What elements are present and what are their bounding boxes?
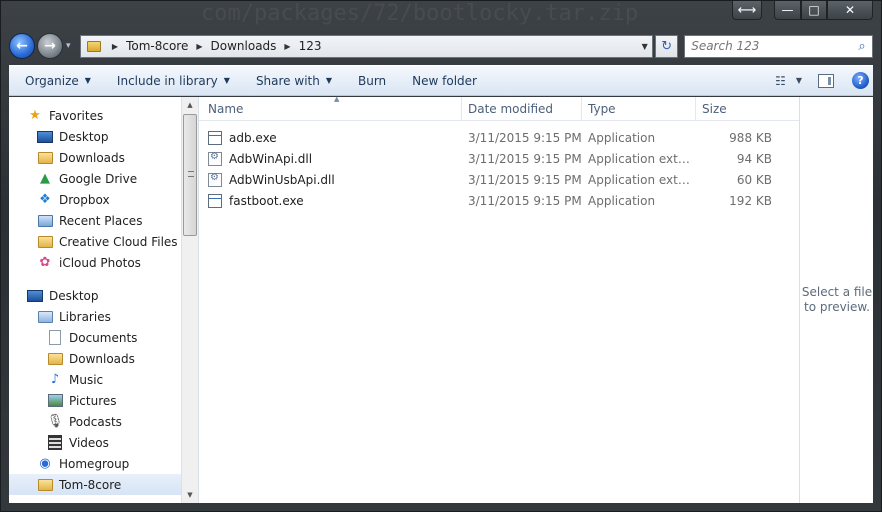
caret-down-icon: ▼ [84,76,91,85]
sidebar-desktop-root[interactable]: Desktop [9,285,181,306]
close-button[interactable]: ✕ [827,1,873,20]
homegroup-icon: ◉ [39,456,51,471]
downloads-folder-icon [47,351,63,367]
dll-icon [208,151,222,166]
share-with-button[interactable]: Share with ▼ [240,74,342,88]
file-row-adbwinusbapi-dll[interactable]: AdbWinUsbApi.dll 3/11/2015 9:15 PM Appli… [199,169,799,190]
forward-button[interactable]: → [36,33,63,59]
preview-pane-toggle[interactable] [818,73,834,88]
sidebar-item-downloads[interactable]: Downloads [9,147,181,168]
view-details-icon: ☷ [775,73,786,88]
caret-down-icon[interactable]: ▼ [796,76,802,85]
file-list: ▲ Name Date modified Type Size adb.exe 3… [198,95,799,503]
back-button[interactable]: ← [9,33,35,59]
downloads-folder-icon [37,150,53,166]
desktop-icon [27,288,43,304]
breadcrumb-123[interactable]: 123 [298,39,323,53]
sidebar-library-music[interactable]: ♪ Music [9,369,181,390]
videos-icon [47,435,63,451]
search-box[interactable]: ⌕ [684,34,873,58]
address-dropdown[interactable]: ▼ [636,42,652,51]
icloud-photos-icon: ✿ [39,255,51,270]
column-headers: ▲ Name Date modified Type Size [199,95,799,121]
sidebar-library-podcasts[interactable]: 🎙 Podcasts [9,411,181,432]
sidebar-library-pictures[interactable]: Pictures [9,390,181,411]
breadcrumb-downloads[interactable]: Downloads [210,39,278,53]
sidebar-item-recent-places[interactable]: Recent Places [9,210,181,231]
file-row-adb-exe[interactable]: adb.exe 3/11/2015 9:15 PM Application 98… [199,127,799,148]
command-bar: Organize ▼ Include in library ▼ Share with… [9,65,873,96]
sort-ascending-icon: ▲ [334,95,340,103]
sidebar-item-google-drive[interactable]: ▲ Google Drive [9,168,181,189]
app-icon [208,193,222,208]
dll-icon [208,172,222,187]
scroll-up-arrow[interactable]: ▲ [182,97,198,113]
caret-down-icon: ▼ [223,76,230,85]
sidebar-user-folder[interactable]: Tom-8core [9,474,181,495]
change-view-button[interactable]: ☷ ▼ [775,74,802,88]
column-header-date[interactable]: Date modified [462,97,582,121]
music-icon: ♪ [50,372,60,387]
recent-pages-dropdown[interactable]: ▾ [66,41,76,51]
background-ghost-text: com/packages/72/bootlocky.tar.zip [201,1,639,26]
navigation-pane: ★ Favorites Desktop Downloads ▲ Google D… [9,97,181,503]
user-folder-icon [37,477,53,493]
burn-button[interactable]: Burn [342,74,396,88]
documents-icon [47,330,63,346]
refresh-button[interactable]: ↻ [655,34,679,58]
search-input[interactable] [691,39,852,53]
breadcrumb-tom-8core[interactable]: Tom-8core [125,39,189,53]
include-in-library-button[interactable]: Include in library ▼ [101,74,240,88]
dropbox-icon: ❖ [39,192,51,207]
column-header-name[interactable]: ▲ Name [199,95,462,121]
google-drive-icon: ▲ [40,171,50,186]
sidebar-libraries[interactable]: Libraries [9,306,181,327]
file-row-adbwinapi-dll[interactable]: AdbWinApi.dll 3/11/2015 9:15 PM Applicat… [199,148,799,169]
podcasts-icon: 🎙 [46,414,64,429]
address-bar[interactable]: ▶ Tom-8core ▶ Downloads ▶ 123 ▼ [79,34,654,58]
chevron-right-icon[interactable]: ▶ [284,42,290,51]
new-folder-button[interactable]: New folder [396,74,487,88]
preview-placeholder: Select a file to preview. [801,285,873,314]
sidebar-item-dropbox[interactable]: ❖ Dropbox [9,189,181,210]
sidebar-homegroup[interactable]: ◉ Homegroup [9,453,181,474]
column-header-type[interactable]: Type [582,97,696,121]
window-frame: com/packages/72/bootlocky.tar.zip ⟷ — □ … [0,0,882,512]
explorer-body: ★ Favorites Desktop Downloads ▲ Google D… [9,95,873,503]
minimize-button[interactable]: — [774,1,801,20]
preview-pane: Select a file to preview. [799,97,873,503]
sidebar-favorites[interactable]: ★ Favorites [9,105,181,126]
navigation-bar: ← → ▾ ▶ Tom-8core ▶ Downloads ▶ 123 ▼ ↻ … [9,31,873,61]
caption-buttons: — □ ✕ [774,1,873,20]
caret-down-icon: ▼ [325,76,332,85]
scroll-thumb[interactable] [183,114,197,236]
resize-button[interactable]: ⟷ [732,1,762,20]
sidebar-library-documents[interactable]: Documents [9,327,181,348]
chevron-right-icon[interactable]: ▶ [112,42,118,51]
sidebar-library-downloads[interactable]: Downloads [9,348,181,369]
sidebar-item-desktop[interactable]: Desktop [9,126,181,147]
column-header-size[interactable]: Size [696,97,776,121]
sidebar-library-videos[interactable]: Videos [9,432,181,453]
navigation-scrollbar[interactable]: ▲ ▼ [181,97,198,503]
maximize-button[interactable]: □ [801,1,827,20]
file-row-fastboot-exe[interactable]: fastboot.exe 3/11/2015 9:15 PM Applicati… [199,190,799,211]
sidebar-item-creative-cloud-files[interactable]: Creative Cloud Files [9,231,181,252]
search-icon[interactable]: ⌕ [852,39,872,54]
file-rows: adb.exe 3/11/2015 9:15 PM Application 98… [199,127,799,211]
libraries-icon [37,309,53,325]
recent-places-icon [37,213,53,229]
chevron-right-icon[interactable]: ▶ [196,42,202,51]
desktop-icon [37,129,53,145]
app-icon [208,130,222,145]
help-button[interactable]: ? [852,72,869,89]
creative-cloud-folder-icon [37,234,53,250]
organize-button[interactable]: Organize ▼ [9,74,101,88]
folder-icon [86,40,101,52]
scroll-down-arrow[interactable]: ▼ [182,487,198,503]
star-icon: ★ [29,108,41,123]
pictures-icon [47,393,63,409]
sidebar-item-icloud-photos[interactable]: ✿ iCloud Photos [9,252,181,273]
